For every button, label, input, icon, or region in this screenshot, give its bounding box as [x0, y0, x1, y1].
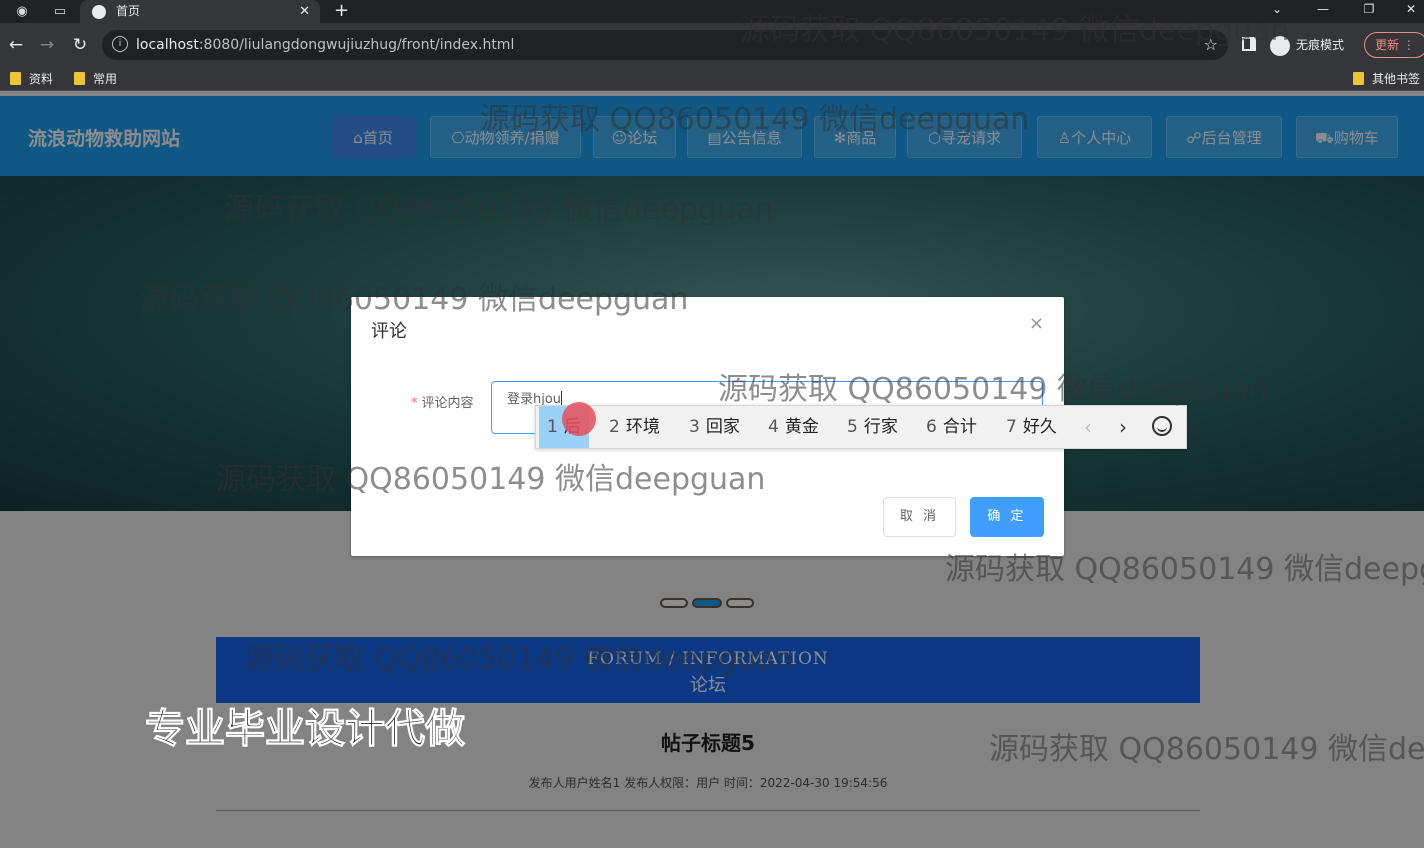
browser-tab-active[interactable]: 首页 ✕ — [80, 0, 320, 23]
comment-label: * 评论内容 — [411, 396, 474, 411]
new-tab-icon[interactable]: + — [334, 0, 349, 22]
incognito-icon — [1270, 35, 1290, 56]
bookmark-star-icon[interactable]: ☆ — [1204, 35, 1218, 54]
browser-tab-bar: ◉ ▭ 首页 ✕ + ⌄ — ❐ ✕ — [0, 0, 1424, 23]
tab-overview-icon[interactable]: ▭ — [50, 2, 70, 22]
bookmark-folder-changyong[interactable]: 常用 — [74, 71, 117, 87]
promo-watermark: 专业毕业设计代做 — [145, 706, 466, 753]
folder-icon — [1353, 72, 1364, 85]
forward-icon[interactable]: → — [36, 35, 58, 55]
ime-candidate-3[interactable]: 3 回家 — [689, 406, 740, 448]
update-button[interactable]: 更新 ⋮ — [1364, 32, 1424, 58]
tab-title: 首页 — [116, 4, 141, 18]
side-panel-icon[interactable] — [1242, 37, 1256, 51]
mouse-cursor-highlight — [562, 402, 596, 436]
globe-icon — [92, 5, 106, 19]
bookmarks-bar: 资料 常用 其他书签 — [0, 67, 1424, 91]
tab-search-icon[interactable]: ⌄ — [1262, 0, 1292, 18]
ime-candidate-5[interactable]: 5 行家 — [847, 406, 898, 448]
browser-logo-icon: ◉ — [16, 4, 28, 19]
ime-candidate-bar: 1后 2环境 3回家 4黄金 5行家 6合计 7好久 ‹ › — [535, 405, 1187, 449]
emoji-icon[interactable] — [1152, 416, 1172, 436]
dialog-title: 评论 — [371, 321, 407, 342]
ime-candidate-6[interactable]: 6 合计 — [926, 406, 977, 448]
folder-icon — [74, 72, 85, 85]
site-info-icon[interactable]: i — [112, 36, 128, 52]
url-text[interactable]: localhost:8080/liulangdongwujiuzhug/fron… — [136, 37, 514, 53]
incognito-indicator[interactable]: 无痕模式 — [1270, 35, 1344, 56]
ime-candidate-4[interactable]: 4 黄金 — [768, 406, 819, 448]
minimize-icon[interactable]: — — [1308, 0, 1338, 18]
ime-candidate-2[interactable]: 2 环境 — [609, 406, 660, 448]
window-close-icon[interactable]: ✕ — [1396, 0, 1424, 18]
restore-icon[interactable]: ❐ — [1354, 0, 1384, 18]
address-toolbar: ← → ↻ i localhost:8080/liulangdongwujiuz… — [0, 23, 1424, 67]
ime-next-icon[interactable]: › — [1119, 406, 1127, 448]
reload-icon[interactable]: ↻ — [69, 35, 91, 55]
folder-icon — [10, 72, 21, 85]
tab-close-icon[interactable]: ✕ — [299, 0, 310, 23]
bookmark-folder-other[interactable]: 其他书签 — [1353, 71, 1420, 87]
cancel-button[interactable]: 取 消 — [883, 497, 956, 537]
bookmark-folder-ziliao[interactable]: 资料 — [10, 71, 53, 87]
ime-prev-icon[interactable]: ‹ — [1084, 406, 1092, 448]
dialog-close-icon[interactable]: × — [1029, 313, 1044, 334]
confirm-button[interactable]: 确 定 — [970, 497, 1044, 537]
ime-candidate-7[interactable]: 7 好久 — [1006, 406, 1057, 448]
back-icon[interactable]: ← — [5, 35, 27, 55]
url-bar[interactable]: i localhost:8080/liulangdongwujiuzhug/fr… — [102, 30, 1228, 60]
